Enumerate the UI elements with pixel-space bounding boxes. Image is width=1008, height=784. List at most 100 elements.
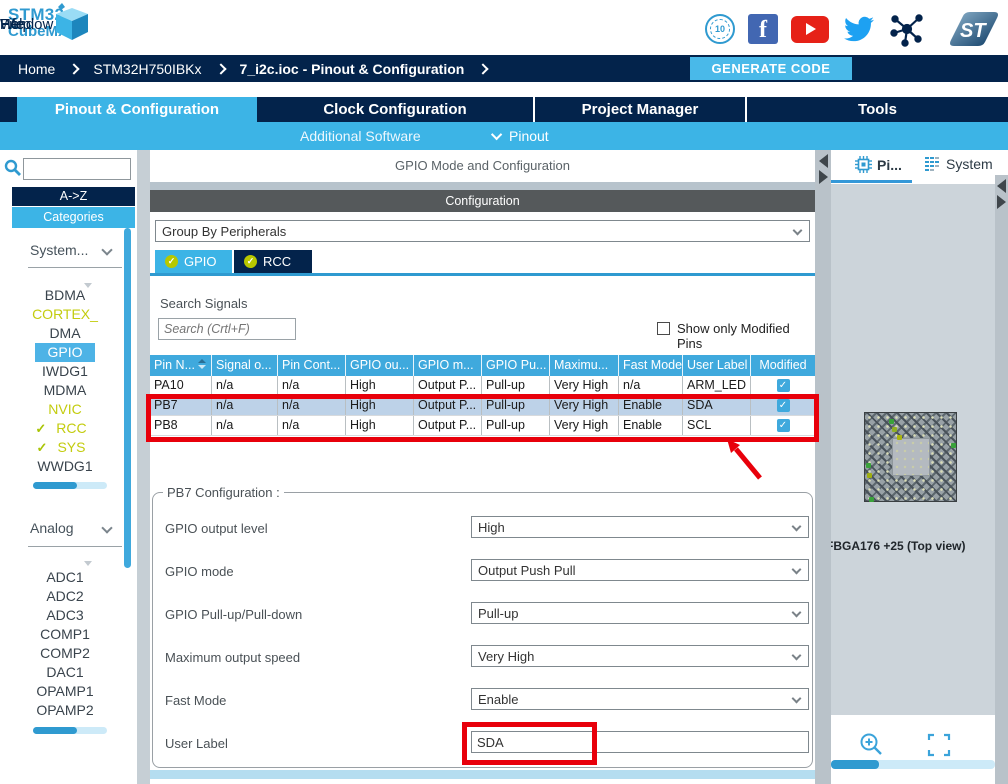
twitter-icon[interactable] <box>842 14 876 44</box>
sidebar-peripheral-item[interactable]: ✓MDMA <box>0 381 130 400</box>
peripheral-tab-gpio[interactable]: GPIO <box>155 250 232 273</box>
column-header[interactable]: Fast Mode <box>619 355 683 376</box>
sidebar-peripheral-item[interactable]: ✓ADC3 <box>0 606 130 625</box>
pin-highlight <box>897 435 902 440</box>
sort-az-button[interactable]: A->Z <box>12 187 135 206</box>
menu-item[interactable]: Help <box>0 16 31 33</box>
sort-toggle-icon[interactable] <box>83 555 93 566</box>
signals-table-header: Pin N... Signal o... Pin Cont... GPIO ou… <box>150 355 815 376</box>
tab-pinout-view[interactable]: Pi... <box>855 156 902 173</box>
sidebar-peripheral-item[interactable]: ✓OPAMP1 <box>0 682 130 701</box>
field-select[interactable]: Very High <box>471 645 809 667</box>
generate-code-button[interactable]: GENERATE CODE <box>690 57 852 80</box>
show-modified-checkbox[interactable] <box>657 322 670 335</box>
collapse-right-icon[interactable] <box>997 195 1006 209</box>
column-header[interactable]: Modified <box>751 355 815 376</box>
column-header[interactable]: Maximu... <box>550 355 619 376</box>
sidebar-peripheral-item[interactable]: ✓IWDG1 <box>0 362 130 381</box>
modified-checkbox[interactable] <box>777 419 790 432</box>
collapse-right-icon[interactable] <box>819 170 828 184</box>
breadcrumb-item[interactable]: STM32H750IBKx <box>93 61 201 77</box>
breadcrumb: Home STM32H750IBKx 7_i2c.ioc - Pinout & … <box>18 55 487 82</box>
sidebar-peripheral-item[interactable]: ✓COMP2 <box>0 644 130 663</box>
chevron-down-icon <box>792 608 802 618</box>
sidebar-peripheral-item[interactable]: ✓ADC1 <box>0 568 130 587</box>
column-header[interactable]: GPIO Pu... <box>482 355 550 376</box>
chevron-down-icon <box>101 522 112 533</box>
analog-scrollbar[interactable] <box>33 727 107 734</box>
main-tab[interactable]: Project Manager <box>533 97 745 122</box>
collapse-left-icon[interactable] <box>997 179 1006 193</box>
system-core-scrollbar[interactable] <box>33 482 107 489</box>
pinout-horizontal-scrollbar[interactable] <box>831 760 995 769</box>
table-row[interactable]: PB7 n/a n/a High Output P... Pull-up Ver… <box>150 396 815 416</box>
column-header[interactable]: Pin Cont... <box>278 355 346 376</box>
category-system-core[interactable]: System... <box>30 242 88 258</box>
sidebar-peripheral-item[interactable]: ✓DMA <box>0 324 130 343</box>
sidebar-peripheral-item[interactable]: ✓RCC <box>0 419 130 438</box>
right-edge-splitter[interactable] <box>995 175 1008 784</box>
sidebar-peripheral-item[interactable]: ✓WWDG1 <box>0 457 130 476</box>
breadcrumb-item[interactable]: Home <box>18 61 55 77</box>
main-horizontal-scrollbar[interactable] <box>150 770 815 779</box>
sidebar-peripheral-item[interactable]: ✓NVIC <box>0 400 130 419</box>
sidebar-splitter[interactable] <box>137 150 150 784</box>
sidebar-search-input[interactable] <box>23 158 131 180</box>
st-logo[interactable]: ST <box>938 8 1002 50</box>
community-network-icon[interactable] <box>889 11 925 47</box>
anniversary-badge-icon[interactable]: 10 <box>705 14 735 44</box>
sidebar-peripheral-item[interactable]: ✓SYS <box>0 438 130 457</box>
table-row[interactable]: PB8 n/a n/a High Output P... Pull-up Ver… <box>150 416 815 436</box>
field-select[interactable]: Enable <box>471 688 809 710</box>
facebook-icon[interactable]: f <box>748 14 778 44</box>
chip-package-image[interactable] <box>864 412 957 502</box>
field-select[interactable]: Output Push Pull <box>471 559 809 581</box>
group-by-dropdown[interactable]: Group By Peripherals <box>155 220 810 242</box>
sidebar-peripheral-item[interactable]: ✓OPAMP2 <box>0 701 130 720</box>
column-header[interactable]: Pin N... <box>150 355 212 376</box>
sidebar-peripheral-item[interactable]: ✓ADC2 <box>0 587 130 606</box>
categories-button[interactable]: Categories <box>12 207 135 228</box>
config-field-row: GPIO output level High <box>153 508 814 551</box>
column-header[interactable]: GPIO ou... <box>346 355 414 376</box>
additional-software-button[interactable]: Additional Software <box>300 122 421 150</box>
pinout-dropdown[interactable]: Pinout <box>494 122 549 150</box>
check-icon: ✓ <box>35 421 46 436</box>
field-select[interactable]: High <box>471 516 809 538</box>
column-header[interactable]: Signal o... <box>212 355 278 376</box>
field-label: Fast Mode <box>165 693 226 708</box>
best-fit-icon[interactable] <box>927 733 951 757</box>
pin-highlight <box>866 463 871 468</box>
main-tab[interactable]: Clock Configuration <box>257 97 533 122</box>
sort-icon[interactable] <box>198 359 206 369</box>
gpio-config-panel: GPIO Mode and Configuration Configuratio… <box>150 150 815 784</box>
user-label-input[interactable] <box>471 731 809 753</box>
main-tab[interactable]: Tools <box>745 97 1008 122</box>
main-tab[interactable]: Pinout & Configuration <box>17 97 257 122</box>
peripheral-tab-rcc[interactable]: RCC <box>234 250 312 273</box>
table-row[interactable]: PA10 n/a n/a High Output P... Pull-up Ve… <box>150 376 815 396</box>
modified-checkbox[interactable] <box>777 399 790 412</box>
sidebar-peripheral-item[interactable]: ✓GPIO <box>0 343 130 362</box>
category-analog[interactable]: Analog <box>30 520 74 536</box>
chevron-down-icon <box>491 129 502 140</box>
sidebar-peripheral-item[interactable]: ✓CORTEX_ <box>0 305 130 324</box>
column-header[interactable]: GPIO m... <box>414 355 482 376</box>
youtube-icon[interactable] <box>791 16 829 43</box>
modified-checkbox[interactable] <box>777 379 790 392</box>
tab-system-view[interactable]: System <box>925 156 993 172</box>
signals-search-input[interactable] <box>158 318 296 340</box>
sidebar-peripheral-item[interactable]: ✓BDMA <box>0 286 130 305</box>
chip-icon <box>855 156 872 173</box>
sidebar-peripheral-item[interactable]: ✓COMP1 <box>0 625 130 644</box>
collapse-left-icon[interactable] <box>819 154 828 168</box>
column-header[interactable]: User Label <box>683 355 751 376</box>
sidebar-peripheral-item[interactable]: ✓DAC1 <box>0 663 130 682</box>
pinout-canvas[interactable]: FBGA176 +25 (Top view) <box>831 184 995 715</box>
field-select[interactable]: Pull-up <box>471 602 809 624</box>
zoom-in-icon[interactable] <box>859 732 885 758</box>
breadcrumb-item[interactable]: 7_i2c.ioc - Pinout & Configuration <box>240 61 465 77</box>
breadcrumb-chevron-icon <box>215 63 226 74</box>
sidebar-scrollbar[interactable] <box>124 228 131 568</box>
main-right-splitter[interactable] <box>815 150 831 784</box>
